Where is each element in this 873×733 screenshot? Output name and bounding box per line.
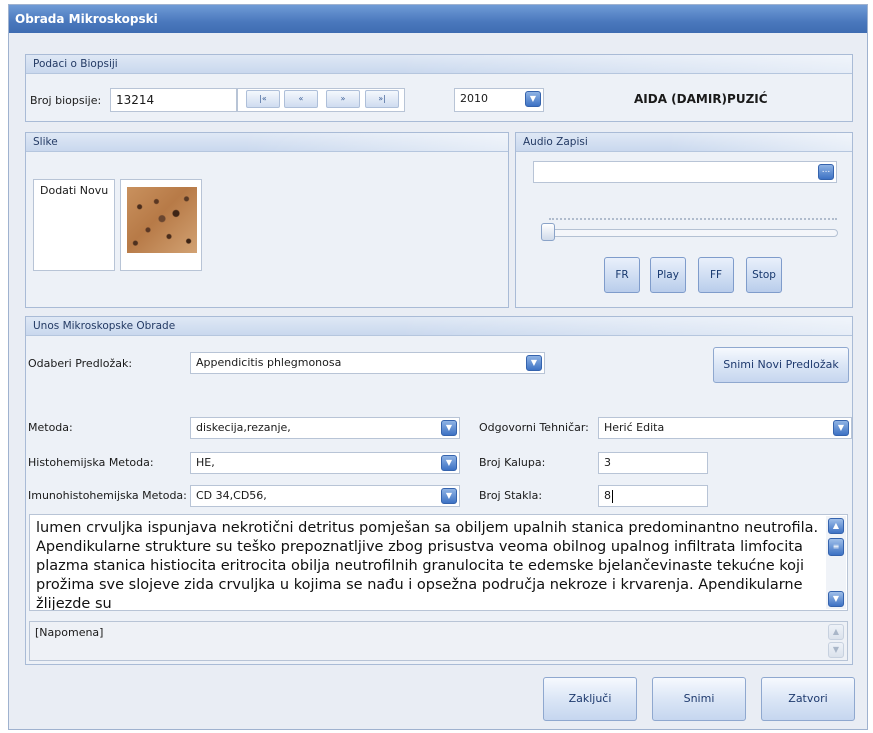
microscopy-window: Obrada Mikroskopski Podaci o Biopsiji Br… xyxy=(8,4,868,730)
method-select[interactable]: diskecija,rezanje, ▼ xyxy=(190,417,460,439)
chevron-down-icon[interactable]: ▼ xyxy=(526,355,542,371)
ff-button[interactable]: FF xyxy=(698,257,734,293)
patient-name: AIDA (DAMIR)PUZIĆ xyxy=(634,92,768,106)
scroll-up-icon[interactable]: ▲ xyxy=(828,518,844,534)
chevron-down-icon[interactable]: ▼ xyxy=(441,488,457,504)
immuno-method-select[interactable]: CD 34,CD56, ▼ xyxy=(190,485,460,507)
images-group: Slike Dodati Novu xyxy=(25,132,509,308)
entry-group-header: Unos Mikroskopske Obrade xyxy=(26,317,852,336)
histo-method-label: Histohemijska Metoda: xyxy=(28,456,154,469)
audio-group-header: Audio Zapisi xyxy=(516,133,852,152)
method-label: Metoda: xyxy=(28,421,73,434)
technician-select[interactable]: Herić Edita ▼ xyxy=(598,417,852,439)
note-text: [Napomena] xyxy=(35,626,104,639)
nav-prev-button[interactable]: « xyxy=(284,90,318,108)
fr-button[interactable]: FR xyxy=(604,257,640,293)
images-group-header: Slike xyxy=(26,133,508,152)
technician-label: Odgovorni Tehničar: xyxy=(479,421,589,434)
year-select[interactable]: 2010 ▼ xyxy=(454,88,544,112)
chevron-down-icon[interactable]: ▼ xyxy=(441,420,457,436)
audio-slider-thumb[interactable] xyxy=(541,223,555,241)
window-title: Obrada Mikroskopski xyxy=(9,5,867,33)
template-value: Appendicitis phlegmonosa xyxy=(196,356,342,369)
year-value: 2010 xyxy=(460,92,488,105)
nav-next-button[interactable]: » xyxy=(326,90,360,108)
stop-button[interactable]: Stop xyxy=(746,257,782,293)
audio-ticks xyxy=(549,218,837,220)
microscopy-image xyxy=(127,187,197,253)
slides-input[interactable]: 8 xyxy=(598,485,708,507)
scroll-up-icon: ▲ xyxy=(828,624,844,640)
audio-group: Audio Zapisi ... FR Play FF Stop xyxy=(515,132,853,308)
close-button[interactable]: Zatvori xyxy=(761,677,855,721)
note-textarea[interactable]: [Napomena] ▲ ▼ xyxy=(29,621,848,661)
slides-value: 8 xyxy=(604,489,611,502)
save-new-template-button[interactable]: Snimi Novi Predložak xyxy=(713,347,849,383)
technician-value: Herić Edita xyxy=(604,421,665,434)
biopsy-number-input[interactable]: 13214 xyxy=(110,88,237,112)
image-thumbnail[interactable] xyxy=(120,179,202,271)
biopsy-navigator: |« « » »| xyxy=(237,88,405,112)
template-label: Odaberi Predložak: xyxy=(28,357,133,370)
blocks-label: Broj Kalupa: xyxy=(479,456,546,469)
note-scrollbar[interactable]: ▲ ▼ xyxy=(826,623,846,659)
finish-button[interactable]: Zaključi xyxy=(543,677,637,721)
description-text: lumen crvuljka ispunjava nekrotični detr… xyxy=(36,520,819,611)
scroll-thumb[interactable]: ≡ xyxy=(828,538,844,556)
chevron-down-icon[interactable]: ▼ xyxy=(441,455,457,471)
nav-first-button[interactable]: |« xyxy=(246,90,280,108)
audio-file-input[interactable]: ... xyxy=(533,161,837,183)
template-select[interactable]: Appendicitis phlegmonosa ▼ xyxy=(190,352,545,374)
nav-last-button[interactable]: »| xyxy=(365,90,399,108)
histo-method-select[interactable]: HE, ▼ xyxy=(190,452,460,474)
blocks-input[interactable]: 3 xyxy=(598,452,708,474)
play-button[interactable]: Play xyxy=(650,257,686,293)
save-button[interactable]: Snimi xyxy=(652,677,746,721)
slides-label: Broj Stakla: xyxy=(479,489,543,502)
entry-group: Unos Mikroskopske Obrade Odaberi Predlož… xyxy=(25,316,853,665)
add-new-image-button[interactable]: Dodati Novu xyxy=(33,179,115,271)
scroll-down-icon: ▼ xyxy=(828,642,844,658)
immuno-method-label: Imunohistohemijska Metoda: xyxy=(28,489,187,502)
browse-button[interactable]: ... xyxy=(818,164,834,180)
chevron-down-icon[interactable]: ▼ xyxy=(833,420,849,436)
immuno-method-value: CD 34,CD56, xyxy=(196,489,267,502)
text-cursor xyxy=(612,489,613,503)
biopsy-group-header: Podaci o Biopsiji xyxy=(26,55,852,74)
scroll-down-icon[interactable]: ▼ xyxy=(828,591,844,607)
description-textarea[interactable]: lumen crvuljka ispunjava nekrotični detr… xyxy=(29,514,848,611)
histo-method-value: HE, xyxy=(196,456,215,469)
method-value: diskecija,rezanje, xyxy=(196,421,291,434)
audio-slider[interactable] xyxy=(541,223,838,241)
description-scrollbar[interactable]: ▲ ≡ ▼ xyxy=(826,516,846,609)
add-new-image-label: Dodati Novu xyxy=(40,184,109,197)
biopsy-number-label: Broj biopsije: xyxy=(30,94,102,107)
biopsy-group: Podaci o Biopsiji Broj biopsije: 13214 |… xyxy=(25,54,853,122)
chevron-down-icon[interactable]: ▼ xyxy=(525,91,541,107)
